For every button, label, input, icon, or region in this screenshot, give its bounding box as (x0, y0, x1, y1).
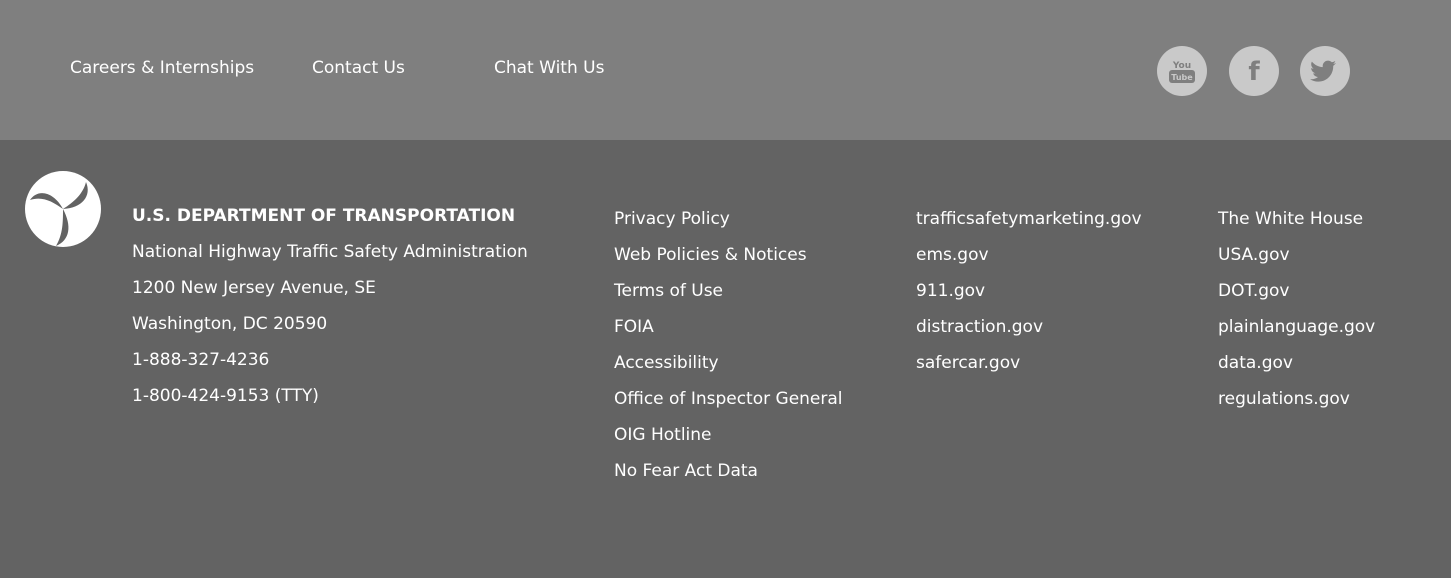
street-address: 1200 New Jersey Avenue, SE (132, 278, 376, 298)
youtube-icon: You Tube (1169, 61, 1195, 83)
facebook-link[interactable]: f (1229, 46, 1279, 96)
site-links: trafficsafetymarketing.gov ems.gov 911.g… (916, 210, 1142, 390)
phone-number: 1-888-327-4236 (132, 350, 270, 370)
svg-text:You: You (1172, 61, 1191, 71)
plainlanguage-gov-link[interactable]: plainlanguage.gov (1218, 318, 1375, 336)
youtube-link[interactable]: You Tube (1157, 46, 1207, 96)
facebook-icon: f (1248, 57, 1260, 87)
agency-heading: U.S. DEPARTMENT OF TRANSPORTATION (132, 206, 516, 226)
careers-link[interactable]: Careers & Internships (70, 58, 254, 78)
white-house-link[interactable]: The White House (1218, 210, 1375, 228)
tty-number: 1-800-424-9153 (TTY) (132, 386, 319, 406)
city-state-zip: Washington, DC 20590 (132, 314, 328, 334)
agency-name: National Highway Traffic Safety Administ… (132, 242, 528, 262)
twitter-link[interactable] (1300, 46, 1350, 96)
twitter-bird-icon (1310, 60, 1336, 82)
gov-links: The White House USA.gov DOT.gov plainlan… (1218, 210, 1375, 426)
dot-gov-link[interactable]: DOT.gov (1218, 282, 1375, 300)
911-gov-link[interactable]: 911.gov (916, 282, 1142, 300)
oig-hotline-link[interactable]: OIG Hotline (614, 426, 843, 444)
accessibility-link[interactable]: Accessibility (614, 354, 843, 372)
terms-of-use-link[interactable]: Terms of Use (614, 282, 843, 300)
chat-with-us-link[interactable]: Chat With Us (494, 58, 604, 78)
foia-link[interactable]: FOIA (614, 318, 843, 336)
ems-gov-link[interactable]: ems.gov (916, 246, 1142, 264)
usa-gov-link[interactable]: USA.gov (1218, 246, 1375, 264)
footer-top-bar: Careers & Internships Contact Us Chat Wi… (0, 0, 1451, 140)
inspector-general-link[interactable]: Office of Inspector General (614, 390, 843, 408)
dot-logo-icon (25, 171, 101, 247)
data-gov-link[interactable]: data.gov (1218, 354, 1375, 372)
contact-us-link[interactable]: Contact Us (312, 58, 405, 78)
regulations-gov-link[interactable]: regulations.gov (1218, 390, 1375, 408)
no-fear-act-link[interactable]: No Fear Act Data (614, 462, 843, 480)
distraction-gov-link[interactable]: distraction.gov (916, 318, 1142, 336)
svg-text:f: f (1248, 57, 1260, 87)
svg-text:Tube: Tube (1171, 73, 1193, 82)
address-block: U.S. DEPARTMENT OF TRANSPORTATION Nation… (132, 207, 528, 423)
web-policies-link[interactable]: Web Policies & Notices (614, 246, 843, 264)
safercar-gov-link[interactable]: safercar.gov (916, 354, 1142, 372)
policy-links: Privacy Policy Web Policies & Notices Te… (614, 210, 843, 498)
trafficsafetymarketing-link[interactable]: trafficsafetymarketing.gov (916, 210, 1142, 228)
privacy-policy-link[interactable]: Privacy Policy (614, 210, 843, 228)
